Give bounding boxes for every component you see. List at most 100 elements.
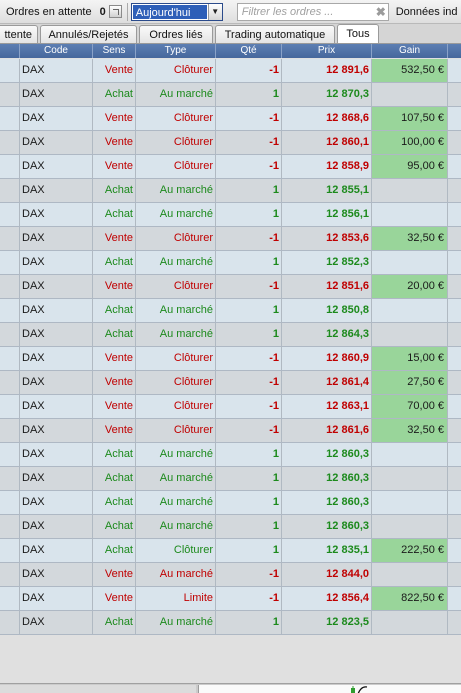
order-sens: Achat bbox=[93, 539, 136, 562]
order-row[interactable]: DAX Achat Au marché 1 12 860,3 bbox=[0, 515, 461, 539]
tab-cancelled-rejected-label: Annulés/Rejetés bbox=[48, 29, 129, 41]
order-row[interactable]: DAX Vente Clôturer -1 12 891,6 532,50 € bbox=[0, 59, 461, 83]
order-row[interactable]: DAX Vente Clôturer -1 12 863,1 70,00 € bbox=[0, 395, 461, 419]
order-type: Au marché bbox=[136, 83, 216, 106]
order-type: Au marché bbox=[136, 611, 216, 634]
order-sens: Achat bbox=[93, 515, 136, 538]
order-sens: Achat bbox=[93, 323, 136, 346]
order-type: Clôturer bbox=[136, 131, 216, 154]
order-row[interactable]: DAX Vente Clôturer -1 12 861,6 32,50 € bbox=[0, 419, 461, 443]
order-code: DAX bbox=[20, 59, 93, 82]
order-qte: 1 bbox=[216, 611, 282, 634]
order-prix: 12 835,1 bbox=[282, 539, 372, 562]
row-filler bbox=[448, 467, 461, 490]
order-gain: 822,50 € bbox=[372, 587, 448, 610]
row-filler bbox=[448, 107, 461, 130]
order-prix: 12 858,9 bbox=[282, 155, 372, 178]
header-type[interactable]: Type bbox=[136, 44, 216, 58]
order-prix: 12 860,3 bbox=[282, 443, 372, 466]
header-gain[interactable]: Gain bbox=[372, 44, 448, 58]
order-row[interactable]: DAX Vente Clôturer -1 12 860,9 15,00 € bbox=[0, 347, 461, 371]
order-sens: Vente bbox=[93, 107, 136, 130]
row-selector bbox=[0, 395, 20, 418]
header-code[interactable]: Code bbox=[20, 44, 93, 58]
bottom-right-panel bbox=[198, 685, 461, 693]
order-row[interactable]: DAX Achat Au marché 1 12 823,5 bbox=[0, 611, 461, 635]
order-prix: 12 861,4 bbox=[282, 371, 372, 394]
order-sens: Achat bbox=[93, 443, 136, 466]
order-code: DAX bbox=[20, 83, 93, 106]
order-qte: -1 bbox=[216, 131, 282, 154]
order-qte: 1 bbox=[216, 467, 282, 490]
order-sens: Vente bbox=[93, 227, 136, 250]
header-qte[interactable]: Qté bbox=[216, 44, 282, 58]
order-row[interactable]: DAX Achat Au marché 1 12 856,1 bbox=[0, 203, 461, 227]
order-row[interactable]: DAX Vente Clôturer -1 12 868,6 107,50 € bbox=[0, 107, 461, 131]
order-prix: 12 855,1 bbox=[282, 179, 372, 202]
order-code: DAX bbox=[20, 323, 93, 346]
order-code: DAX bbox=[20, 515, 93, 538]
order-row[interactable]: DAX Vente Clôturer -1 12 853,6 32,50 € bbox=[0, 227, 461, 251]
header-prix[interactable]: Prix bbox=[282, 44, 372, 58]
order-row[interactable]: DAX Achat Au marché 1 12 860,3 bbox=[0, 467, 461, 491]
order-sens: Vente bbox=[93, 275, 136, 298]
order-code: DAX bbox=[20, 539, 93, 562]
order-sens: Vente bbox=[93, 563, 136, 586]
order-row[interactable]: DAX Achat Au marché 1 12 852,3 bbox=[0, 251, 461, 275]
header-select-column bbox=[0, 44, 20, 58]
order-type: Clôturer bbox=[136, 539, 216, 562]
order-row[interactable]: DAX Achat Au marché 1 12 850,8 bbox=[0, 299, 461, 323]
tab-automatic-trading[interactable]: Trading automatique bbox=[215, 25, 335, 43]
mini-chart-icon bbox=[351, 686, 368, 693]
row-selector bbox=[0, 227, 20, 250]
data-indicators-label: Données ind bbox=[395, 5, 458, 18]
order-qte: -1 bbox=[216, 59, 282, 82]
order-type: Clôturer bbox=[136, 155, 216, 178]
order-row[interactable]: DAX Vente Clôturer -1 12 860,1 100,00 € bbox=[0, 131, 461, 155]
order-code: DAX bbox=[20, 275, 93, 298]
order-sens: Vente bbox=[93, 395, 136, 418]
order-type: Au marché bbox=[136, 299, 216, 322]
order-row[interactable]: DAX Achat Au marché 1 12 870,3 bbox=[0, 83, 461, 107]
order-row[interactable]: DAX Achat Au marché 1 12 864,3 bbox=[0, 323, 461, 347]
order-row[interactable]: DAX Vente Au marché -1 12 844,0 bbox=[0, 563, 461, 587]
order-prix: 12 853,6 bbox=[282, 227, 372, 250]
order-type: Au marché bbox=[136, 515, 216, 538]
export-icon[interactable] bbox=[108, 5, 122, 18]
order-type: Clôturer bbox=[136, 227, 216, 250]
order-row[interactable]: DAX Achat Au marché 1 12 860,3 bbox=[0, 443, 461, 467]
tab-all[interactable]: Tous bbox=[337, 24, 379, 43]
order-type: Clôturer bbox=[136, 59, 216, 82]
tab-pending[interactable]: ttente bbox=[0, 25, 38, 43]
period-select[interactable]: Aujourd'hui ▼ bbox=[130, 2, 223, 21]
chevron-down-icon[interactable]: ▼ bbox=[207, 3, 222, 20]
tab-linked-orders[interactable]: Ordres liés bbox=[139, 25, 213, 43]
order-gain: 27,50 € bbox=[372, 371, 448, 394]
order-row[interactable]: DAX Vente Clôturer -1 12 861,4 27,50 € bbox=[0, 371, 461, 395]
order-row[interactable]: DAX Vente Clôturer -1 12 851,6 20,00 € bbox=[0, 275, 461, 299]
row-selector bbox=[0, 59, 20, 82]
order-row[interactable]: DAX Achat Au marché 1 12 855,1 bbox=[0, 179, 461, 203]
order-row[interactable]: DAX Achat Au marché 1 12 860,3 bbox=[0, 491, 461, 515]
header-sens[interactable]: Sens bbox=[93, 44, 136, 58]
filter-orders-input[interactable] bbox=[237, 5, 374, 18]
order-code: DAX bbox=[20, 299, 93, 322]
order-row[interactable]: DAX Achat Clôturer 1 12 835,1 222,50 € bbox=[0, 539, 461, 563]
order-row[interactable]: DAX Vente Limite -1 12 856,4 822,50 € bbox=[0, 587, 461, 611]
order-sens: Achat bbox=[93, 611, 136, 634]
order-row[interactable]: DAX Vente Clôturer -1 12 858,9 95,00 € bbox=[0, 155, 461, 179]
order-qte: -1 bbox=[216, 107, 282, 130]
order-type: Limite bbox=[136, 587, 216, 610]
row-selector bbox=[0, 515, 20, 538]
clear-filter-icon[interactable]: ✖ bbox=[374, 5, 388, 19]
order-type: Clôturer bbox=[136, 347, 216, 370]
order-sens: Achat bbox=[93, 203, 136, 226]
order-type: Clôturer bbox=[136, 275, 216, 298]
order-qte: 1 bbox=[216, 323, 282, 346]
header-filler bbox=[448, 44, 461, 58]
tab-cancelled-rejected[interactable]: Annulés/Rejetés bbox=[40, 25, 137, 43]
order-gain bbox=[372, 611, 448, 634]
order-code: DAX bbox=[20, 251, 93, 274]
row-selector bbox=[0, 563, 20, 586]
row-selector bbox=[0, 251, 20, 274]
